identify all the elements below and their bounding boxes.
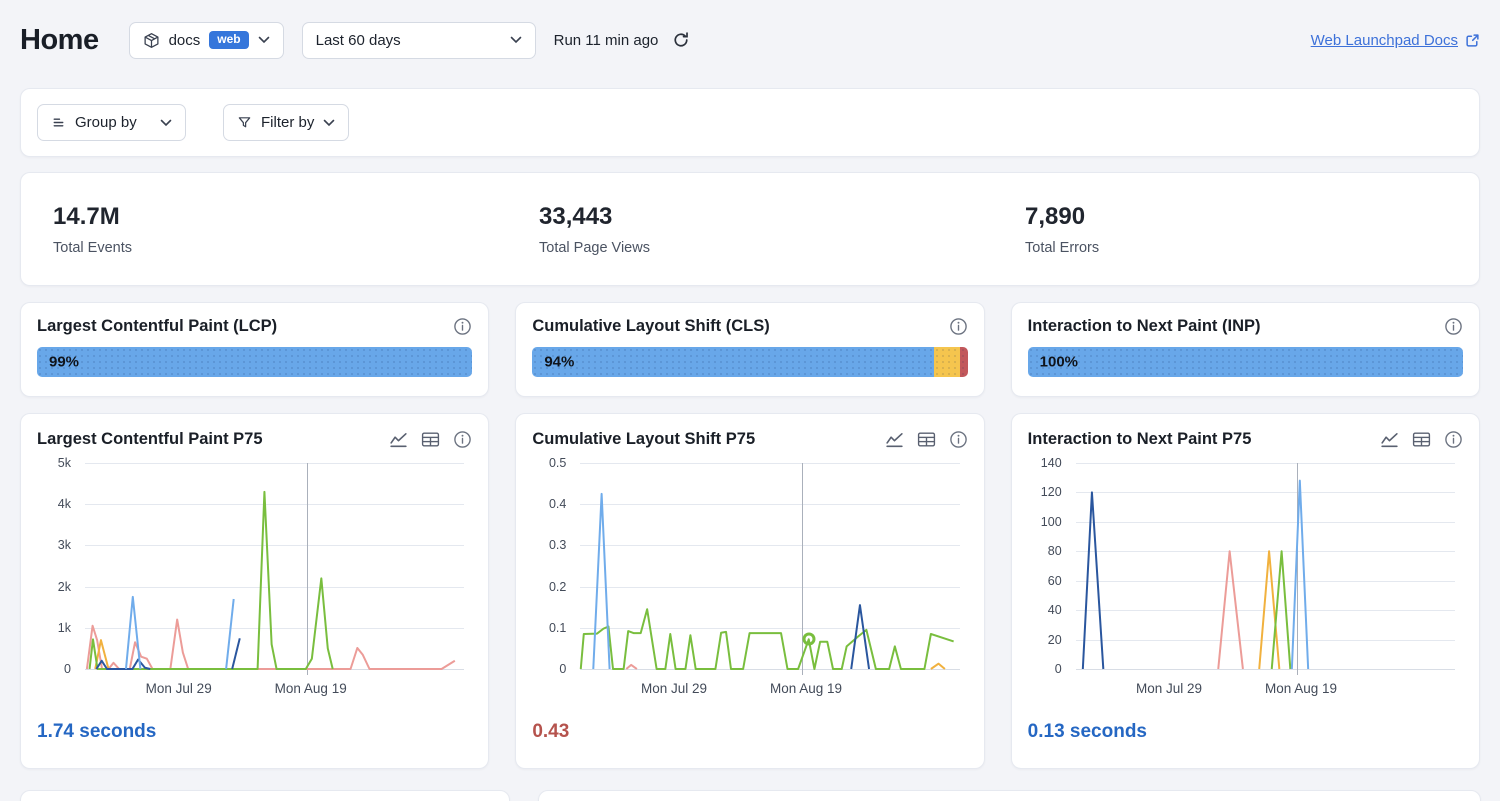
filter-by-dropdown[interactable]: Filter by xyxy=(223,104,349,141)
top-bar: Home docs web Last 60 days Run 11 min ag… xyxy=(0,0,1500,80)
info-icon[interactable] xyxy=(453,317,472,336)
next-row-card-left xyxy=(20,790,510,801)
table-icon[interactable] xyxy=(1412,431,1431,448)
x-axis-labels: Mon Jul 29Mon Aug 19 xyxy=(85,677,464,697)
group-by-dropdown[interactable]: Group by xyxy=(37,104,186,141)
lcp-score-bar: 99% xyxy=(37,347,472,377)
cls-score-bar: 94% xyxy=(532,347,967,377)
docs-link-label: Web Launchpad Docs xyxy=(1311,32,1458,49)
inp-p75-chart: 020406080100120140 Mon Jul 29Mon Aug 19 xyxy=(1028,455,1463,697)
table-icon[interactable] xyxy=(917,431,936,448)
external-link-icon xyxy=(1465,33,1480,48)
web-launchpad-docs-link[interactable]: Web Launchpad Docs xyxy=(1311,32,1480,49)
info-icon[interactable] xyxy=(1444,430,1463,449)
chart-plot-area xyxy=(85,463,464,669)
date-range-selector[interactable]: Last 60 days xyxy=(302,22,536,59)
y-axis-labels: 020406080100120140 xyxy=(1028,463,1068,669)
page-title: Home xyxy=(20,24,99,57)
stat-total-page-views: 33,443 Total Page Views xyxy=(507,203,993,256)
vital-title: Largest Contentful Paint (LCP) xyxy=(37,317,277,336)
lcp-vital-card: Largest Contentful Paint (LCP) 99% xyxy=(20,302,489,397)
chart-plot-area xyxy=(580,463,959,669)
project-name: docs xyxy=(169,32,201,49)
line-chart-icon[interactable] xyxy=(389,431,408,448)
line-chart-icon[interactable] xyxy=(1380,431,1399,448)
last-run-status: Run 11 min ago xyxy=(554,32,659,49)
project-cube-icon xyxy=(143,32,160,49)
info-icon[interactable] xyxy=(949,430,968,449)
p75-charts-row: Largest Contentful Paint P75 01k2k3k4k5k… xyxy=(20,413,1480,769)
stat-total-errors: 7,890 Total Errors xyxy=(993,203,1479,256)
line-chart-icon[interactable] xyxy=(885,431,904,448)
dashboard-page: Home docs web Last 60 days Run 11 min ag… xyxy=(0,0,1500,801)
stat-value: 14.7M xyxy=(53,203,507,231)
project-selector[interactable]: docs web xyxy=(129,22,284,59)
chart-title: Interaction to Next Paint P75 xyxy=(1028,430,1252,449)
group-by-label: Group by xyxy=(75,114,137,131)
stat-total-events: 14.7M Total Events xyxy=(21,203,507,256)
info-icon[interactable] xyxy=(453,430,472,449)
filter-funnel-icon xyxy=(237,115,252,130)
x-axis-labels: Mon Jul 29Mon Aug 19 xyxy=(580,677,959,697)
lcp-p75-chart-card: Largest Contentful Paint P75 01k2k3k4k5k… xyxy=(20,413,489,769)
next-row-card-right xyxy=(538,790,1481,801)
filter-bar: Group by Filter by xyxy=(20,88,1480,157)
stat-value: 33,443 xyxy=(539,203,993,231)
y-axis-labels: 01k2k3k4k5k xyxy=(37,463,77,669)
chart-title: Cumulative Layout Shift P75 xyxy=(532,430,755,449)
score-label: 100% xyxy=(1040,354,1078,371)
cls-p75-chart-card: Cumulative Layout Shift P75 00.10.20.30.… xyxy=(515,413,984,769)
date-range-label: Last 60 days xyxy=(316,32,401,49)
cls-p75-chart: 00.10.20.30.40.5 Mon Jul 29Mon Aug 19 xyxy=(532,455,967,697)
inp-p75-chart-card: Interaction to Next Paint P75 0204060801… xyxy=(1011,413,1480,769)
stat-value: 7,890 xyxy=(1025,203,1479,231)
y-axis-labels: 00.10.20.30.40.5 xyxy=(532,463,572,669)
vital-title: Cumulative Layout Shift (CLS) xyxy=(532,317,769,336)
lcp-p75-value: 1.74 seconds xyxy=(37,721,472,743)
filter-by-label: Filter by xyxy=(261,114,314,131)
chevron-down-icon xyxy=(323,119,335,127)
x-axis-labels: Mon Jul 29Mon Aug 19 xyxy=(1076,677,1455,697)
chart-title: Largest Contentful Paint P75 xyxy=(37,430,263,449)
chevron-down-icon xyxy=(258,36,270,44)
table-icon[interactable] xyxy=(421,431,440,448)
cls-p75-value: 0.43 xyxy=(532,721,967,743)
stat-label: Total Events xyxy=(53,240,507,256)
inp-score-bar: 100% xyxy=(1028,347,1463,377)
lcp-p75-chart: 01k2k3k4k5k Mon Jul 29Mon Aug 19 xyxy=(37,455,472,697)
summary-stats-card: 14.7M Total Events 33,443 Total Page Vie… xyxy=(20,172,1480,286)
cls-vital-card: Cumulative Layout Shift (CLS) 94% xyxy=(515,302,984,397)
vital-title: Interaction to Next Paint (INP) xyxy=(1028,317,1261,336)
refresh-icon[interactable] xyxy=(672,31,690,49)
info-icon[interactable] xyxy=(949,317,968,336)
score-label: 99% xyxy=(49,354,79,371)
inp-p75-value: 0.13 seconds xyxy=(1028,721,1463,743)
web-vitals-row: Largest Contentful Paint (LCP) 99% Cumul… xyxy=(20,302,1480,397)
chevron-down-icon xyxy=(510,36,522,44)
group-by-icon xyxy=(51,115,66,130)
platform-badge: web xyxy=(209,31,248,49)
chart-plot-area xyxy=(1076,463,1455,669)
info-icon[interactable] xyxy=(1444,317,1463,336)
score-label: 94% xyxy=(544,354,574,371)
stat-label: Total Errors xyxy=(1025,240,1479,256)
chevron-down-icon xyxy=(160,119,172,127)
stat-label: Total Page Views xyxy=(539,240,993,256)
inp-vital-card: Interaction to Next Paint (INP) 100% xyxy=(1011,302,1480,397)
